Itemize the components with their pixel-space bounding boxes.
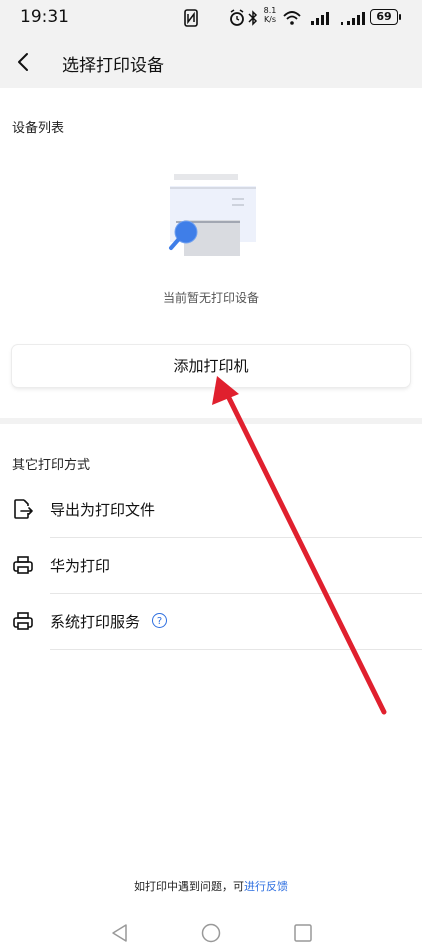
wifi-icon (283, 11, 301, 25)
app-header: 选择打印设备 (0, 36, 422, 88)
device-list-title: 设备列表 (12, 121, 65, 136)
alarm-icon (230, 9, 244, 26)
status-time: 19:31 (20, 7, 69, 27)
printer-icon (13, 612, 33, 630)
add-printer-button[interactable]: 添加打印机 (12, 345, 410, 387)
net-speed: 8.1 K/s (263, 6, 277, 24)
battery-icon: 69 (370, 9, 398, 25)
empty-state-text: 当前暂无打印设备 (162, 291, 259, 305)
list-item-label: 华为打印 (50, 557, 111, 575)
nav-recents-icon[interactable] (292, 922, 314, 944)
signal-icon (311, 12, 329, 25)
nav-home-icon[interactable] (200, 922, 222, 944)
status-icons: 8.1 K/s 69 (180, 6, 420, 27)
nfc-icon (184, 9, 198, 27)
battery-tip (399, 14, 401, 20)
list-item-export-file[interactable]: 导出为打印文件 (0, 482, 422, 538)
section-divider (0, 418, 422, 424)
export-file-icon (14, 499, 33, 519)
back-arrow-icon[interactable] (10, 48, 38, 76)
list-item-label: 导出为打印文件 (50, 501, 156, 519)
list-item-system-print-service[interactable]: 系统打印服务 ? (0, 594, 422, 650)
list-item-label: 系统打印服务 (50, 613, 141, 631)
feedback-link[interactable]: 进行反馈 (244, 880, 288, 893)
annotation-arrow-icon (212, 376, 387, 715)
empty-printer-illustration-icon (169, 174, 256, 256)
page-title: 选择打印设备 (62, 56, 164, 76)
system-nav-bar (0, 916, 422, 951)
signal-icon (341, 12, 365, 25)
other-methods-title: 其它打印方式 (12, 458, 91, 473)
feedback-footer: 如打印中遇到问题，可进行反馈 (0, 878, 422, 894)
list-separator (50, 649, 422, 650)
list-item-huawei-print[interactable]: 华为打印 (0, 538, 422, 594)
status-bar: 19:31 8.1 K/s 69 (0, 0, 422, 36)
printer-icon (13, 556, 33, 574)
help-icon[interactable]: ? (152, 613, 167, 628)
nav-back-icon[interactable] (109, 922, 131, 944)
bluetooth-icon (248, 10, 258, 26)
footer-text: 如打印中遇到问题，可 (134, 880, 244, 893)
